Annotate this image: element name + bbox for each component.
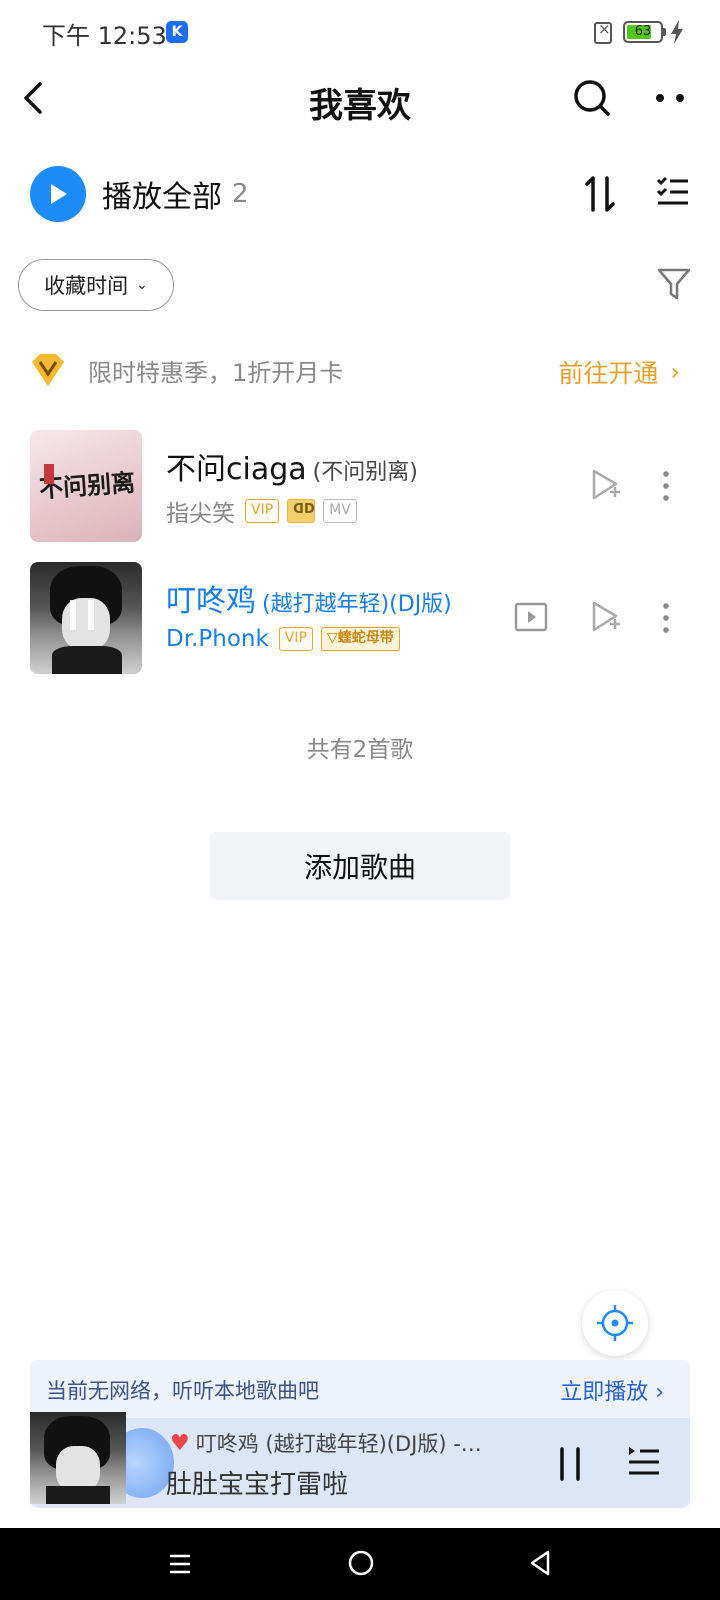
quality-badge: ▽蝰蛇母带: [320, 627, 400, 651]
song-more-icon[interactable]: [658, 600, 674, 636]
play-all-count: 2: [232, 179, 249, 209]
chevron-right-icon: ›: [670, 358, 680, 386]
song-artist: 指尖笑: [166, 501, 235, 527]
mv-play-icon[interactable]: [514, 602, 548, 632]
sort-order-icon[interactable]: [584, 174, 616, 214]
home-icon[interactable]: [348, 1550, 374, 1576]
search-icon[interactable]: [572, 78, 612, 118]
page-title: 我喜欢: [309, 86, 411, 126]
song-meta: 指尖笑 VIP ᗡᗞ MV: [166, 494, 365, 528]
mini-player-title: ♥ 叮咚鸡 (越打越年轻)(DJ版) -…: [170, 1430, 482, 1457]
mini-player-cover: [30, 1412, 126, 1504]
sort-dropdown[interactable]: 收藏时间 ⌄: [18, 259, 174, 311]
locate-current-song-button[interactable]: [582, 1290, 648, 1356]
song-more-icon[interactable]: [658, 468, 674, 504]
song-artist: Dr.Phonk: [166, 626, 269, 652]
mv-badge: MV: [323, 499, 357, 523]
menu-icon[interactable]: [168, 1552, 192, 1576]
song-row[interactable]: 叮咚鸡 (越打越年轻)(DJ版) Dr.Phonk VIP ▽蝰蛇母带: [30, 562, 700, 674]
more-icon[interactable]: [652, 78, 688, 118]
add-songs-button[interactable]: 添加歌曲: [210, 832, 510, 900]
mini-player-lyric: 肚肚宝宝打雷啦: [166, 1470, 349, 1500]
play-all-button[interactable]: 播放全部 2: [30, 166, 249, 222]
song-row[interactable]: 不问别离 不问ciaga (不问别离) 指尖笑 VIP ᗡᗞ MV: [30, 430, 700, 542]
offline-text: 当前无网络，听听本地歌曲吧: [46, 1379, 319, 1403]
battery-icon: 63: [623, 21, 663, 43]
heart-icon[interactable]: ♥: [170, 1431, 190, 1456]
add-to-queue-icon[interactable]: [590, 468, 622, 504]
play-all-label: 播放全部: [102, 180, 222, 215]
vip-badge: VIP: [278, 627, 313, 651]
system-nav-bar: [0, 1528, 720, 1600]
status-time: 下午 12:53: [42, 22, 167, 50]
add-to-queue-icon[interactable]: [590, 600, 622, 636]
playlist-icon[interactable]: [626, 1444, 662, 1480]
target-icon: [597, 1305, 633, 1341]
mini-player[interactable]: ♥ 叮咚鸡 (越打越年轻)(DJ版) -… 肚肚宝宝打雷啦: [30, 1412, 690, 1508]
vip-promo-banner[interactable]: 限时特惠季，1折开月卡 前往开通 ›: [28, 340, 692, 400]
song-title: 不问ciaga (不问别离): [166, 452, 418, 487]
app-notification-icon: K: [166, 21, 188, 43]
song-cover: 不问别离: [30, 430, 142, 542]
battery-level: 63: [634, 24, 652, 39]
multi-select-icon[interactable]: [656, 176, 690, 208]
song-total-count: 共有2首歌: [306, 737, 414, 763]
dolby-badge: ᗡᗞ: [287, 499, 316, 523]
filter-icon[interactable]: [656, 266, 692, 302]
vip-diamond-icon: [32, 354, 64, 386]
promo-text: 限时特惠季，1折开月卡: [88, 358, 344, 387]
status-bar: 下午 12:53 K 63: [0, 0, 720, 64]
sort-label: 收藏时间: [44, 274, 129, 298]
song-meta: Dr.Phonk VIP ▽蝰蛇母带: [166, 626, 408, 652]
promo-link[interactable]: 前往开通 ›: [558, 354, 680, 390]
play-local-link[interactable]: 立即播放 ›: [560, 1374, 664, 1406]
vip-badge: VIP: [245, 499, 280, 523]
header: 我喜欢: [0, 64, 720, 136]
nav-back-icon[interactable]: [528, 1550, 552, 1576]
no-sim-icon: [594, 20, 612, 44]
song-title: 叮咚鸡 (越打越年轻)(DJ版): [166, 584, 452, 619]
play-icon: [30, 166, 86, 222]
chevron-down-icon: ⌄: [136, 277, 148, 293]
offline-banner: 当前无网络，听听本地歌曲吧 立即播放 ›: [30, 1360, 690, 1418]
pause-icon[interactable]: [550, 1444, 590, 1484]
song-cover: [30, 562, 142, 674]
charging-icon: [671, 20, 683, 44]
